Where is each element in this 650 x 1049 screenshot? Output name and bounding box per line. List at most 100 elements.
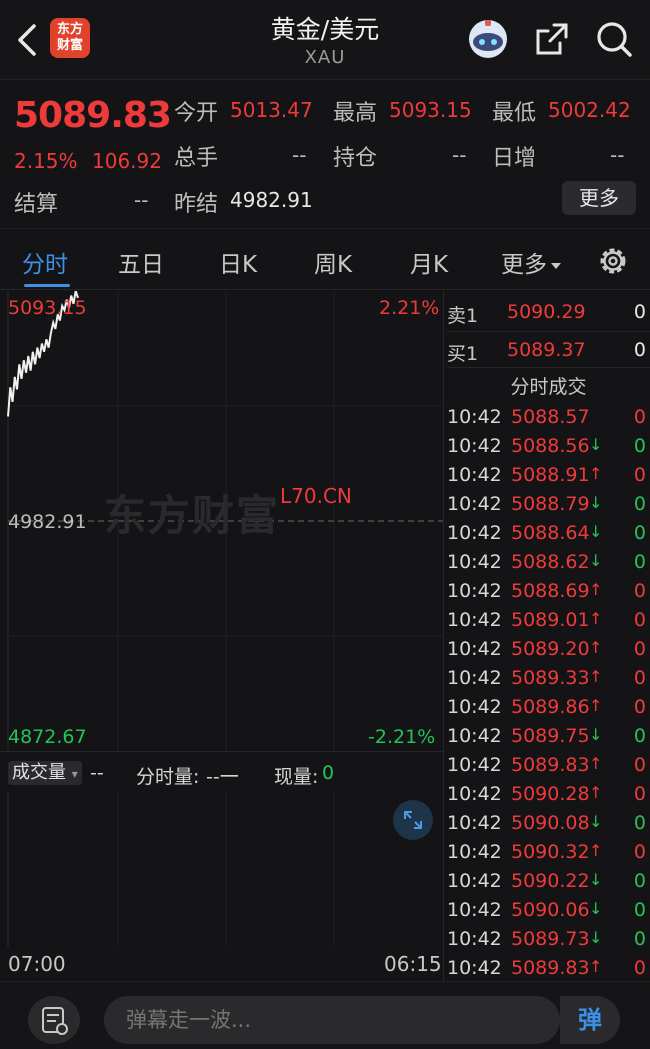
tick-volume: 0 <box>633 928 646 950</box>
tick-row: 10:42 5088.56 ↓ 0 <box>447 432 650 461</box>
change-value: 106.92 <box>92 149 162 173</box>
tick-time: 10:42 <box>447 551 502 573</box>
tick-volume: 0 <box>633 406 646 428</box>
tick-price: 5088.79 <box>511 493 590 515</box>
tick-time: 10:42 <box>447 725 502 747</box>
chart-top-price: 5093.15 <box>8 297 87 319</box>
tick-volume: 0 <box>633 580 646 602</box>
caret-down-icon <box>551 262 561 269</box>
tick-volume: 0 <box>633 696 646 718</box>
tick-row: 10:42 5090.28 ↑ 0 <box>447 780 650 809</box>
tab-monthly-k[interactable]: 月K <box>410 245 448 279</box>
open-interest-value: -- <box>452 143 467 167</box>
tick-row: 10:42 5089.83 ↑ 0 <box>447 751 650 780</box>
time-axis-end: 06:15 <box>384 952 442 976</box>
low-value: 5002.42 <box>548 98 631 122</box>
high-value: 5093.15 <box>389 98 472 122</box>
arrow-down-icon: ↓ <box>589 725 603 744</box>
tab-daily-k[interactable]: 日K <box>219 245 257 279</box>
tick-volume: 0 <box>633 957 646 979</box>
chart-tabs: 分时 五日 日K 周K 月K 更多 <box>0 228 650 290</box>
time-axis-start: 07:00 <box>8 952 66 976</box>
tick-price: 5089.01 <box>511 609 590 631</box>
tick-volume: 0 <box>633 870 646 892</box>
arrow-up-icon: ↑ <box>589 696 603 715</box>
dropdown-caret-icon: ▾ <box>71 767 78 781</box>
sell-1-row: 卖1 5090.29 0 <box>447 293 650 329</box>
tick-volume: 0 <box>633 841 646 863</box>
gear-icon[interactable] <box>596 244 630 278</box>
tick-price: 5089.83 <box>511 957 590 979</box>
tick-row: 10:42 5088.57 0 <box>447 403 650 432</box>
tick-time: 10:42 <box>447 609 502 631</box>
tick-time: 10:42 <box>447 812 502 834</box>
tick-volume: 0 <box>633 899 646 921</box>
daily-increase-label: 日增 <box>492 146 537 171</box>
arrow-down-icon: ↓ <box>589 551 603 570</box>
current-volume-label: 现量: <box>274 766 319 788</box>
overlay-watermark-text: L70.CN <box>280 484 352 508</box>
tick-time: 10:42 <box>447 667 502 689</box>
robot-assistant-icon[interactable] <box>466 17 510 61</box>
open-interest-label: 持仓 <box>333 146 378 171</box>
arrow-up-icon: ↑ <box>589 638 603 657</box>
high-label: 最高 <box>333 101 378 126</box>
tick-time: 10:42 <box>447 754 502 776</box>
prev-settle-value: 4982.91 <box>230 188 313 212</box>
tab-five-day[interactable]: 五日 <box>118 245 164 279</box>
settle-label: 结算 <box>14 192 59 217</box>
arrow-up-icon: ↑ <box>589 957 603 976</box>
arrow-up-icon: ↑ <box>589 667 603 686</box>
tick-volume: 0 <box>633 522 646 544</box>
tick-volume: 0 <box>633 435 646 457</box>
tick-time: 10:42 <box>447 638 502 660</box>
low-label: 最低 <box>492 101 537 126</box>
tab-weekly-k[interactable]: 周K <box>314 245 352 279</box>
danmu-input[interactable] <box>104 996 560 1044</box>
tick-volume: 0 <box>633 638 646 660</box>
tick-price: 5089.75 <box>511 725 590 747</box>
prev-settle-label: 昨结 <box>174 192 219 217</box>
share-icon[interactable] <box>532 19 572 59</box>
tick-volume: 0 <box>633 783 646 805</box>
period-volume-value: --一 <box>206 766 239 788</box>
tick-list-title: 分时成交 <box>510 376 587 398</box>
arrow-up-icon: ↑ <box>589 841 603 860</box>
tick-time: 10:42 <box>447 870 502 892</box>
volume-pane[interactable] <box>0 792 443 947</box>
arrow-down-icon: ↓ <box>589 870 603 889</box>
volume-indicator-dropdown[interactable]: 成交量 ▾ <box>8 761 82 785</box>
chart-mid-price: 4982.91 <box>8 511 87 533</box>
tick-price: 5088.56 <box>511 435 590 457</box>
tick-price: 5089.86 <box>511 696 590 718</box>
active-tab-indicator <box>24 284 70 287</box>
arrow-up-icon: ↑ <box>589 464 603 483</box>
sell-1-label: 卖1 <box>447 305 479 327</box>
arrow-down-icon: ↓ <box>589 812 603 831</box>
volume-grid <box>7 792 335 947</box>
arrow-down-icon: ↓ <box>589 899 603 918</box>
expand-icon <box>404 811 422 829</box>
tick-volume: 0 <box>633 667 646 689</box>
quote-panel: 5089.83 2.15% 106.92 结算 -- 今开 5013.47 最高… <box>0 81 650 228</box>
tick-price: 5088.91 <box>511 464 590 486</box>
tick-price: 5090.28 <box>511 783 590 805</box>
tick-time: 10:42 <box>447 406 502 428</box>
tick-row: 10:42 5090.22 ↓ 0 <box>447 867 650 896</box>
notes-icon[interactable] <box>28 996 80 1044</box>
tick-price: 5090.32 <box>511 841 590 863</box>
danmu-send-button[interactable]: 弹 <box>560 996 620 1044</box>
tick-row: 10:42 5089.73 ↓ 0 <box>447 925 650 954</box>
volume-label: 总手 <box>174 146 219 171</box>
tick-volume: 0 <box>633 464 646 486</box>
tab-intraday[interactable]: 分时 <box>22 245 68 279</box>
change-percent: 2.15% <box>14 149 78 173</box>
tick-price: 5090.22 <box>511 870 590 892</box>
tick-volume: 0 <box>633 551 646 573</box>
expand-chart-button[interactable] <box>393 800 433 840</box>
tick-time: 10:42 <box>447 841 502 863</box>
more-quote-button[interactable]: 更多 <box>562 181 636 215</box>
tick-row: 10:42 5089.33 ↑ 0 <box>447 664 650 693</box>
tab-more[interactable]: 更多 <box>501 245 561 279</box>
search-icon[interactable] <box>594 19 634 59</box>
